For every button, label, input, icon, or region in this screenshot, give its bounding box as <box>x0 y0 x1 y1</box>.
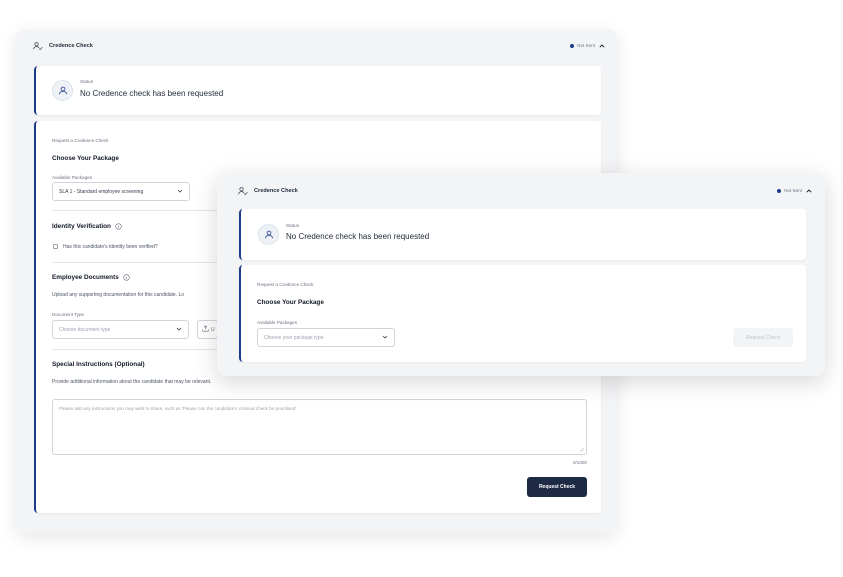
status-message: No Credence check has been requested <box>80 89 224 98</box>
documents-heading: Employee Documents <box>52 274 130 281</box>
divider <box>52 210 220 211</box>
status-indicator[interactable]: Not Sent <box>570 43 605 48</box>
special-instructions-heading: Special Instructions (Optional) <box>52 361 145 368</box>
info-icon[interactable] <box>115 223 122 230</box>
packages-label: Available Packages <box>257 320 298 325</box>
documents-description: Upload any supporting documentation for … <box>52 292 185 298</box>
status-indicator[interactable]: Not Sent <box>777 188 812 193</box>
status-label: Status <box>80 79 94 84</box>
person-icon <box>258 224 279 245</box>
special-instructions-textarea[interactable]: Please add any instructions you may wish… <box>52 399 587 455</box>
package-select-placeholder: Choose your package type <box>264 334 324 341</box>
character-count: 0/1000 <box>572 460 587 465</box>
document-type-placeholder: Choose document type <box>59 326 111 333</box>
chevron-up-icon[interactable] <box>806 188 812 193</box>
status-dot <box>777 188 782 193</box>
info-icon[interactable] <box>123 274 130 281</box>
status-text: Not Sent <box>784 188 802 193</box>
package-select[interactable]: Choose your package type <box>257 328 395 347</box>
package-select-value: SLA 1 - Standard employee screening <box>59 188 144 195</box>
upload-button[interactable]: U <box>197 320 218 339</box>
person-icon <box>52 80 73 101</box>
identity-checkbox-label: Has this candidate's identity been verif… <box>63 244 158 250</box>
identity-heading: Identity Verification <box>52 223 122 230</box>
package-heading: Choose Your Package <box>52 155 119 162</box>
status-card: Status No Credence check has been reques… <box>239 209 806 260</box>
packages-label: Available Packages <box>52 175 93 180</box>
request-check-button[interactable]: Request Check <box>527 477 587 497</box>
package-select[interactable]: SLA 1 - Standard employee screening <box>52 182 190 201</box>
panel-title: Credence Check <box>49 43 93 49</box>
identity-checkbox[interactable] <box>53 244 58 249</box>
package-heading: Choose Your Package <box>257 299 324 306</box>
request-check-button-disabled[interactable]: Request Check <box>733 328 793 347</box>
request-form-card: Request a Credence Check Choose Your Pac… <box>239 265 806 362</box>
status-card: Status No Credence check has been reques… <box>34 66 601 115</box>
special-instructions-description: Provide additional information about the… <box>52 379 212 385</box>
status-dot <box>570 43 575 48</box>
panel-title: Credence Check <box>254 188 298 194</box>
status-message: No Credence check has been requested <box>286 232 430 241</box>
document-type-label: Document Type <box>52 312 85 317</box>
textarea-placeholder: Please add any instructions you may wish… <box>59 406 297 411</box>
status-text: Not Sent <box>577 43 595 48</box>
user-check-icon <box>238 187 248 195</box>
panel-header: Credence Check <box>238 187 298 195</box>
credence-check-panel-front: Credence Check Not Sent Status No Creden… <box>217 173 825 376</box>
user-check-icon <box>33 42 43 50</box>
chevron-down-icon <box>382 335 388 341</box>
document-type-select[interactable]: Choose document type <box>52 320 189 339</box>
chevron-down-icon <box>177 189 183 195</box>
upload-icon <box>202 325 209 334</box>
form-eyebrow: Request a Credence Check <box>257 282 314 287</box>
divider <box>52 349 220 350</box>
form-eyebrow: Request a Credence Check <box>52 138 109 143</box>
panel-header: Credence Check <box>33 42 93 50</box>
resize-handle-icon[interactable] <box>579 447 584 452</box>
upload-label: U <box>211 326 215 333</box>
chevron-up-icon[interactable] <box>599 43 605 48</box>
divider <box>52 262 220 263</box>
chevron-down-icon <box>176 327 182 333</box>
status-label: Status <box>286 223 300 228</box>
